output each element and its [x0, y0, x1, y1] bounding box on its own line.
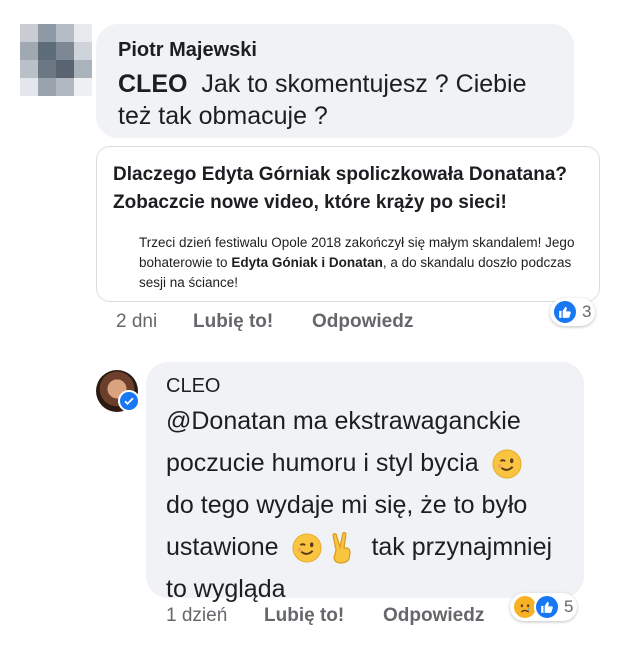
comment-bubble: Piotr Majewski CLEO Jak to skomentujesz …	[96, 24, 574, 138]
comment-line: @Donatan ma ekstrawaganckie	[166, 407, 521, 435]
comment-line: poczucie humoru i styl bycia	[166, 442, 576, 484]
like-button[interactable]: Lubię to!	[193, 311, 273, 333]
comment-text: CLEO Jak to skomentujesz ? Ciebie też ta…	[118, 68, 558, 132]
link-description: Trzeci dzień festiwalu Opole 2018 zakońc…	[139, 235, 575, 290]
comment-line: do tego wydaje mi się, że to było	[166, 491, 528, 519]
link-preview-card[interactable]: Dlaczego Edyta Górniak spoliczkowała Don…	[96, 146, 600, 302]
verified-badge-icon	[118, 390, 140, 412]
like-icon	[552, 299, 578, 325]
comment-time[interactable]: 2 dni	[116, 311, 157, 333]
victory-hand-emoji-icon	[332, 532, 352, 564]
comment-author[interactable]: CLEO	[166, 375, 220, 398]
reaction-count: 5	[564, 597, 574, 616]
reaction-summary[interactable]: 3	[550, 298, 596, 326]
like-button[interactable]: Lubię to!	[264, 605, 344, 627]
comment-bubble: CLEO @Donatan ma ekstrawaganckie poczuci…	[146, 362, 584, 603]
reaction-summary[interactable]: 5	[510, 593, 578, 621]
like-icon	[534, 594, 560, 620]
comment-author[interactable]: Piotr Majewski	[118, 39, 257, 62]
mention-tag[interactable]: CLEO	[118, 70, 187, 98]
reply-button[interactable]: Odpowiedz	[383, 605, 484, 627]
reply-button[interactable]: Odpowiedz	[312, 311, 413, 333]
wink-emoji-icon	[492, 449, 522, 479]
reaction-count: 3	[582, 302, 592, 321]
link-title: Dlaczego Edyta Górniak spoliczkowała Don…	[113, 164, 568, 213]
comment-time[interactable]: 1 dzień	[166, 605, 227, 627]
comment-text: @Donatan ma ekstrawaganckie poczucie hum…	[166, 400, 576, 610]
comment-line: ustawione tak przynajmniej	[166, 526, 576, 568]
avatar-pixelated[interactable]	[20, 24, 92, 96]
wink-emoji-icon	[292, 533, 322, 563]
